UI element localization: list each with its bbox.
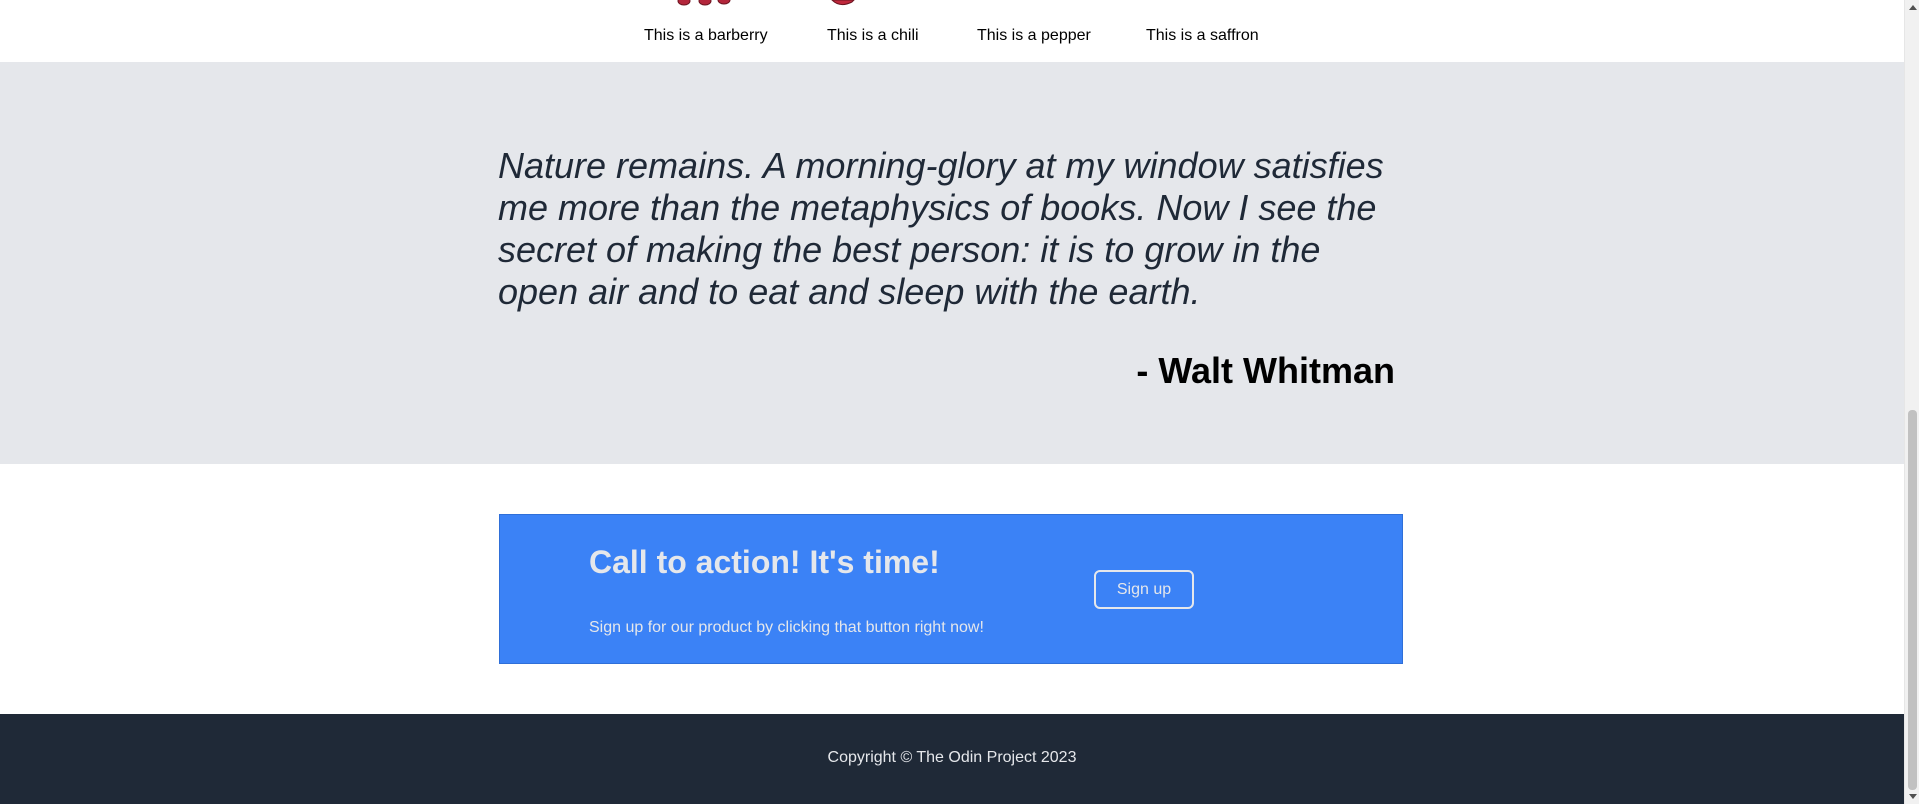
barberry-icon <box>677 0 731 6</box>
spice-caption-pepper: This is a pepper <box>977 27 1091 44</box>
vertical-scrollbar[interactable] <box>1904 0 1919 804</box>
page: This is a barberry This is a chili This … <box>0 0 1904 804</box>
call-to-action: Call to action! It's time! Sign up for o… <box>499 514 1403 664</box>
spice-caption-barberry: This is a barberry <box>644 27 768 44</box>
cta-title: Call to action! It's time! <box>589 544 940 580</box>
scroll-up-arrow-icon[interactable] <box>1905 0 1919 14</box>
sign-up-button[interactable]: Sign up <box>1094 570 1194 609</box>
spice-caption-saffron: This is a saffron <box>1146 27 1259 44</box>
spice-caption-chili: This is a chili <box>827 27 919 44</box>
spice-gallery: This is a barberry This is a chili This … <box>0 0 1904 62</box>
scroll-thumb[interactable] <box>1908 410 1917 790</box>
cta-subtitle: Sign up for our product by clicking that… <box>589 619 984 636</box>
quote-author: - Walt Whitman <box>1136 350 1395 391</box>
quote-section: Nature remains. A morning-glory at my wi… <box>0 62 1904 464</box>
quote-text: Nature remains. A morning-glory at my wi… <box>498 145 1384 312</box>
footer: Copyright © The Odin Project 2023 <box>0 714 1904 804</box>
footer-copyright: Copyright © The Odin Project 2023 <box>827 749 1077 766</box>
scroll-down-arrow-icon[interactable] <box>1905 790 1919 804</box>
chili-icon <box>831 0 855 6</box>
